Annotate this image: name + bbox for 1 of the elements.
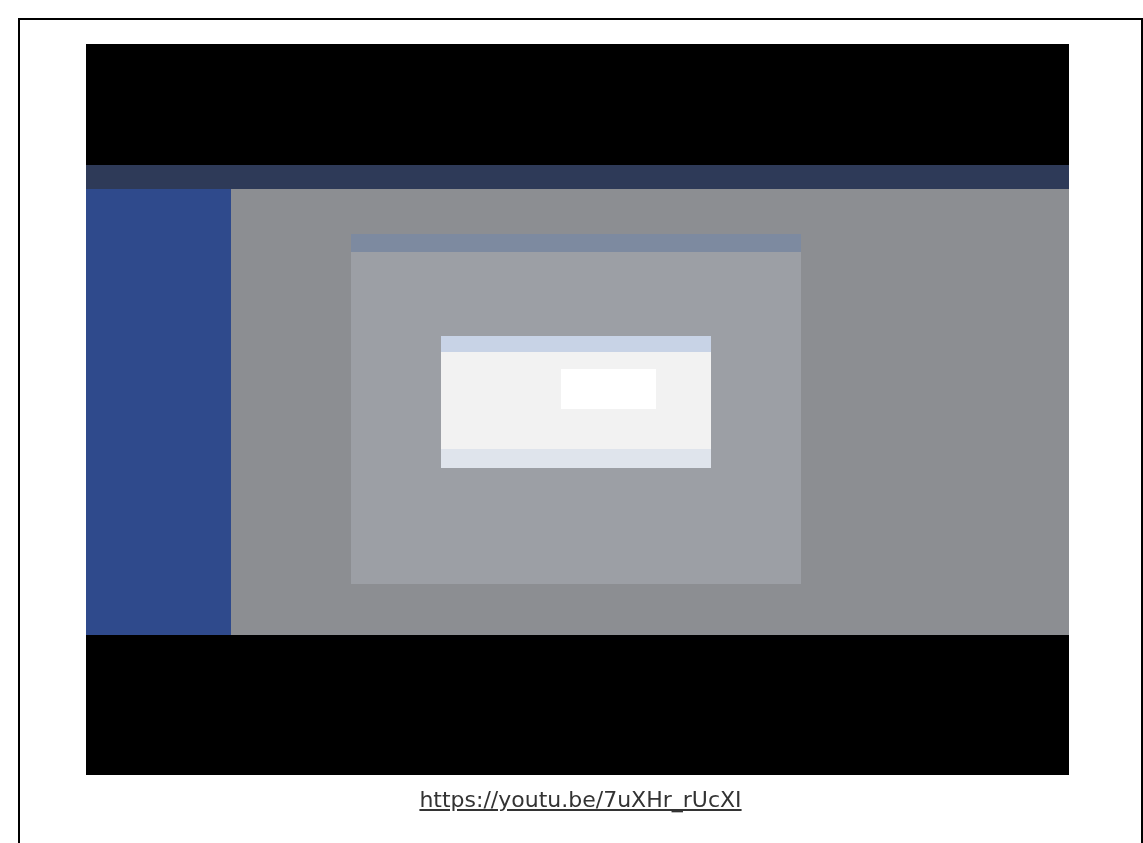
- video-link[interactable]: https://youtu.be/7uXHr_rUcXI: [419, 783, 742, 816]
